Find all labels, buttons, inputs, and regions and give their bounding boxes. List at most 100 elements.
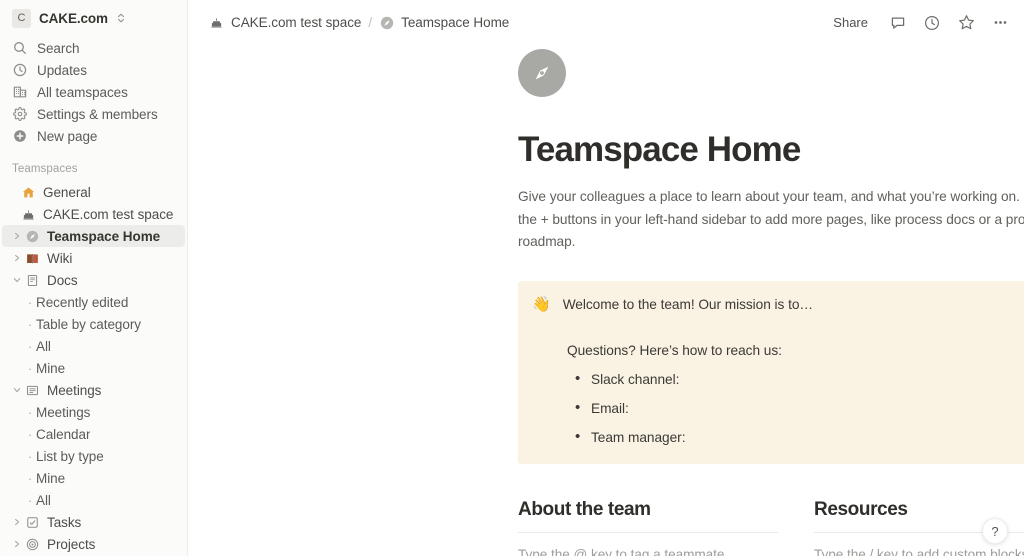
books-emoji xyxy=(24,252,41,265)
house-emoji xyxy=(20,186,37,199)
bullet-icon: · xyxy=(24,295,36,310)
breadcrumb-label: CAKE.com test space xyxy=(231,15,361,30)
sidebar-tree-item-general[interactable]: General xyxy=(2,181,185,203)
chevron-right-icon[interactable] xyxy=(10,518,24,526)
sidebar-tree-item-recently-edited[interactable]: ·Recently edited xyxy=(2,291,185,313)
sidebar-tree-item-label: Meetings xyxy=(36,405,90,420)
plus-circle-icon xyxy=(12,128,28,144)
sidebar-item-settings-members[interactable]: Settings & members xyxy=(6,103,181,125)
sidebar-tree-item-label: Tasks xyxy=(47,515,81,530)
sidebar-tree-item-meetings[interactable]: Meetings xyxy=(2,379,185,401)
sidebar-tree-item-calendar[interactable]: ·Calendar xyxy=(2,423,185,445)
chevron-down-icon[interactable] xyxy=(10,386,24,394)
list-item[interactable]: Team manager: xyxy=(567,428,1024,448)
share-button[interactable]: Share xyxy=(827,12,874,33)
sidebar-tree-item-label: All xyxy=(36,339,51,354)
chevron-right-icon[interactable] xyxy=(10,540,24,548)
bullet-icon: · xyxy=(24,317,36,332)
divider xyxy=(518,532,778,533)
sidebar-tree-item-projects[interactable]: Projects xyxy=(2,533,185,555)
sidebar-tree-item-label: Table by category xyxy=(36,317,141,332)
sidebar-tree-item-meetings[interactable]: ·Meetings xyxy=(2,401,185,423)
sidebar-tree-item-teamspace-home[interactable]: Teamspace Home xyxy=(2,225,185,247)
sidebar-item-search[interactable]: Search xyxy=(6,37,181,59)
sidebar: C CAKE.com Search Updates xyxy=(0,0,188,556)
gear-icon xyxy=(12,106,28,122)
breadcrumb-item-page[interactable]: Teamspace Home xyxy=(374,13,514,32)
sidebar-item-new-page[interactable]: New page xyxy=(6,125,181,147)
list-item[interactable]: Slack channel: xyxy=(567,370,1024,390)
main-area: CAKE.com test space / Teamspace Home Sha… xyxy=(188,0,1024,556)
star-icon[interactable] xyxy=(956,13,976,33)
chevron-right-icon[interactable] xyxy=(10,232,24,240)
sidebar-tree-item-label: General xyxy=(43,185,91,200)
breadcrumb-label: Teamspace Home xyxy=(401,15,509,30)
bullet-icon: · xyxy=(24,427,36,442)
cake-emoji xyxy=(20,208,37,221)
sidebar-tree-item-mine[interactable]: ·Mine xyxy=(2,467,185,489)
sidebar-tree-item-label: CAKE.com test space xyxy=(43,207,173,222)
callout-subtitle: Questions? Here’s how to reach us: xyxy=(567,341,1024,361)
callout-block[interactable]: 👋 Welcome to the team! Our mission is to… xyxy=(518,281,1024,464)
sidebar-tree-item-label: Projects xyxy=(47,537,95,552)
workspace-switcher[interactable]: C CAKE.com xyxy=(6,3,181,33)
waving-hand-emoji-icon: 👋 xyxy=(532,295,551,315)
sidebar-tree-item-docs[interactable]: Docs xyxy=(2,269,185,291)
breadcrumb-item-teamspace[interactable]: CAKE.com test space xyxy=(204,13,366,32)
sidebar-tree-item-label: Docs xyxy=(47,273,78,288)
sidebar-tree-item-mine[interactable]: ·Mine xyxy=(2,357,185,379)
callout-list: Slack channel: Email: Team manager: xyxy=(567,370,1024,448)
chevron-down-icon[interactable] xyxy=(10,276,24,284)
sidebar-item-all-teamspaces[interactable]: All teamspaces xyxy=(6,81,181,103)
compass-icon xyxy=(518,49,566,97)
topbar-actions: Share xyxy=(827,12,1010,33)
sidebar-item-label: Settings & members xyxy=(37,107,158,122)
callout-title: Welcome to the team! Our mission is to… xyxy=(563,295,813,315)
buildings-icon xyxy=(12,84,28,100)
bullet-icon: · xyxy=(24,471,36,486)
help-button[interactable]: ? xyxy=(982,518,1008,544)
column-heading[interactable]: About the team xyxy=(518,497,778,522)
sidebar-tree-item-wiki[interactable]: Wiki xyxy=(2,247,185,269)
sidebar-item-label: New page xyxy=(37,129,97,144)
callout-header: 👋 Welcome to the team! Our mission is to… xyxy=(532,295,1024,315)
sidebar-item-label: Search xyxy=(37,41,79,56)
comment-icon[interactable] xyxy=(888,13,908,33)
search-icon xyxy=(12,40,28,56)
more-horizontal-icon[interactable] xyxy=(990,13,1010,33)
target-icon xyxy=(24,538,41,551)
sidebar-tree-item-all[interactable]: ·All xyxy=(2,489,185,511)
clock-icon xyxy=(12,62,28,78)
sidebar-item-label: All teamspaces xyxy=(37,85,128,100)
sidebar-tree-item-all[interactable]: ·All xyxy=(2,335,185,357)
sidebar-tree-item-table-by-category[interactable]: ·Table by category xyxy=(2,313,185,335)
page-description[interactable]: Give your colleagues a place to learn ab… xyxy=(518,186,1024,254)
column-about-the-team: About the team Type the @ key to tag a t… xyxy=(518,497,778,556)
bullet-icon: · xyxy=(24,449,36,464)
sidebar-tree-item-label: Meetings xyxy=(47,383,101,398)
sidebar-tree-item-list-by-type[interactable]: ·List by type xyxy=(2,445,185,467)
list-icon xyxy=(24,384,41,397)
sidebar-tree-item-label: Recently edited xyxy=(36,295,128,310)
columns-block: About the team Type the @ key to tag a t… xyxy=(518,497,1024,556)
sidebar-item-updates[interactable]: Updates xyxy=(6,59,181,81)
sidebar-item-label: Updates xyxy=(37,63,87,78)
sidebar-tree-item-tasks[interactable]: Tasks xyxy=(2,511,185,533)
checkbox-icon xyxy=(24,516,41,529)
bullet-icon: · xyxy=(24,339,36,354)
page-title[interactable]: Teamspace Home xyxy=(518,129,1024,171)
teamspaces-section-label: Teamspaces xyxy=(0,161,187,177)
page-icon-wrap[interactable] xyxy=(518,49,1024,97)
sidebar-tree-item-label: Mine xyxy=(36,361,65,376)
workspace-name: CAKE.com xyxy=(39,11,108,26)
clock-icon[interactable] xyxy=(922,13,942,33)
page-content: Teamspace Home Give your colleagues a pl… xyxy=(188,49,1024,556)
column-placeholder[interactable]: Type the @ key to tag a teammate xyxy=(518,547,778,556)
column-placeholder[interactable]: Type the / key to add custom blocks xyxy=(814,547,1024,556)
workspace-avatar: C xyxy=(12,9,31,28)
sidebar-tree-item-cake-com-test-space[interactable]: CAKE.com test space xyxy=(2,203,185,225)
list-item[interactable]: Email: xyxy=(567,399,1024,419)
teamspaces-tree: General CAKE.com test space Teamspace Home… xyxy=(0,181,187,555)
chevron-right-icon[interactable] xyxy=(10,254,24,262)
compass-emoji xyxy=(24,230,41,243)
